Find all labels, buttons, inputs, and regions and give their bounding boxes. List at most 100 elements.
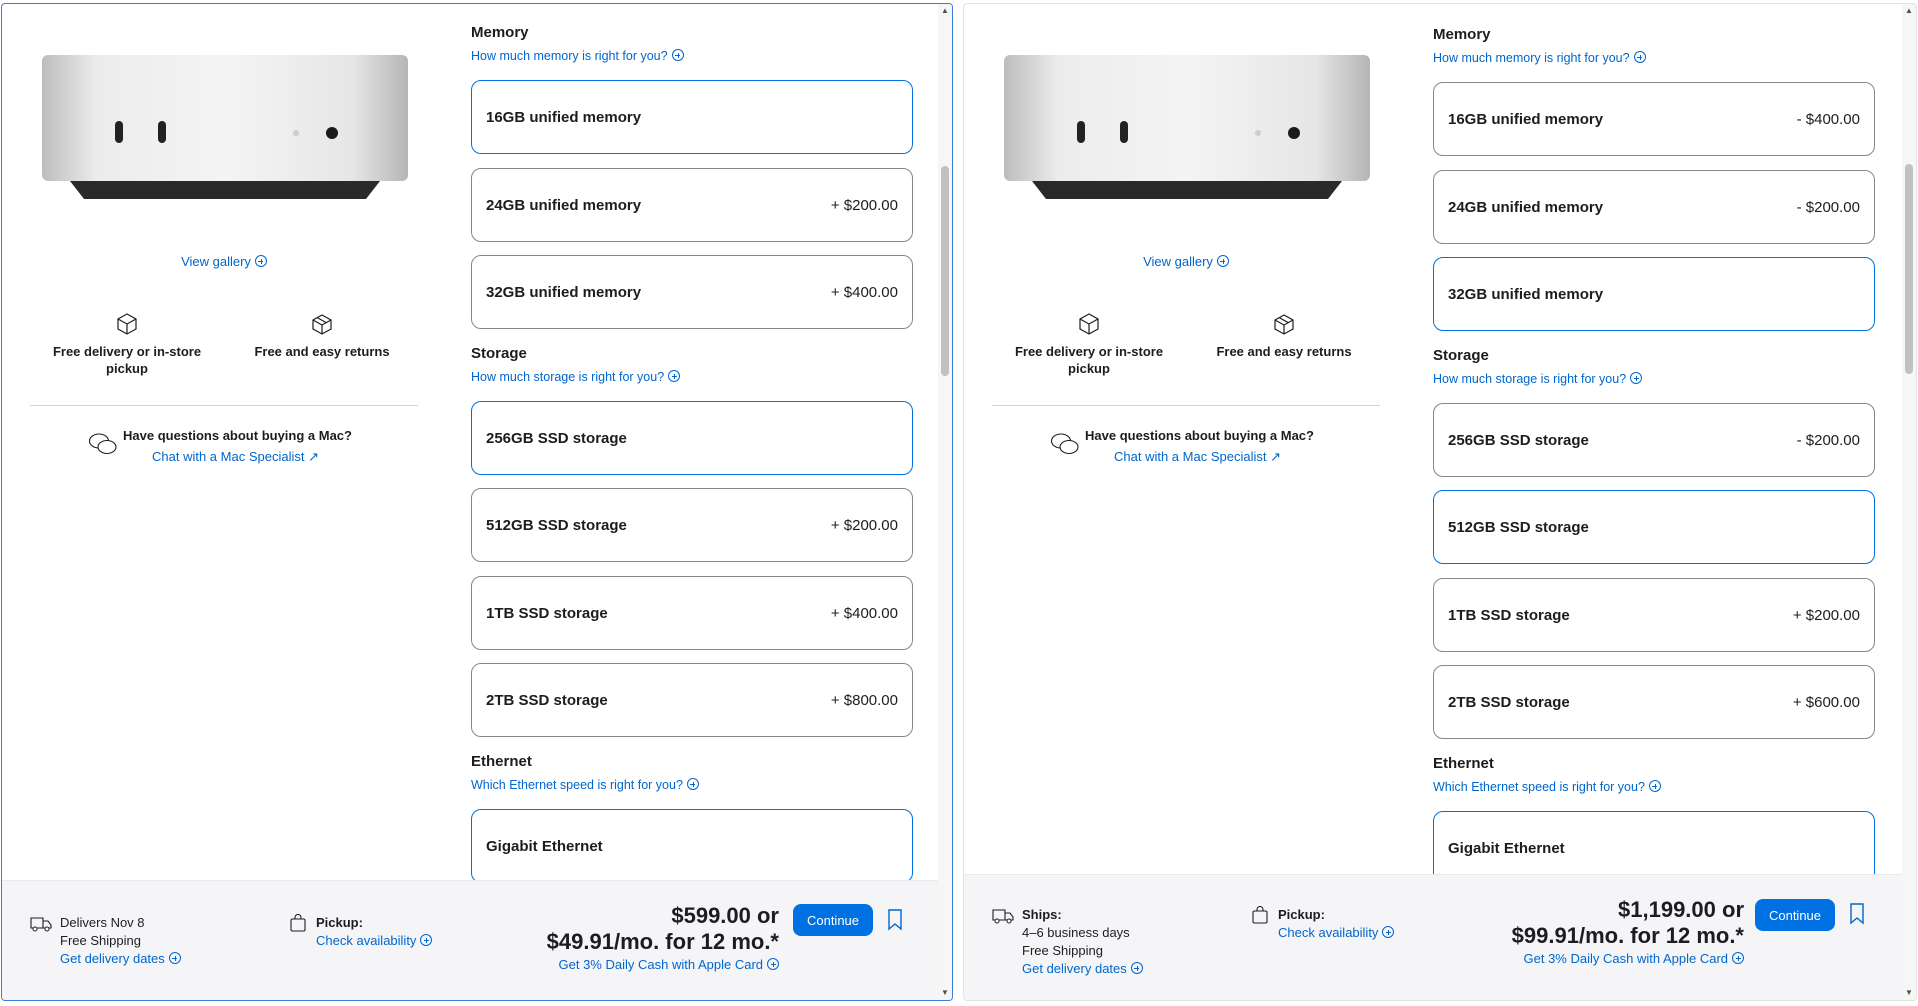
divider [992, 405, 1380, 406]
scroll-up-arrow[interactable]: ▲ [1902, 4, 1916, 18]
config-pane-left: View gallery Free delivery or in-store p… [1, 3, 953, 1001]
pane-content: View gallery Free delivery or in-store p… [964, 4, 1916, 1000]
plus-circle-icon [254, 255, 267, 267]
chat-bubbles-icon [88, 433, 117, 455]
truck-icon [30, 917, 52, 932]
memory-option-32gb[interactable]: 32GB unified memory + $400.00 [471, 255, 913, 329]
plus-circle-icon [668, 370, 681, 382]
purchase-footer: Delivers Nov 8 Free Shipping Get delivery … [2, 880, 939, 1000]
delivery-date: Delivers Nov 8 [60, 915, 145, 930]
ethernet-title: Ethernet [1433, 755, 1494, 772]
mac-mini-image [42, 55, 408, 199]
bag-icon [290, 914, 306, 932]
bookmark-icon[interactable] [887, 909, 903, 931]
config-pane-right: View gallery Free delivery or in-store p… [963, 3, 1917, 1001]
memory-option-24gb[interactable]: 24GB unified memory + $200.00 [471, 168, 913, 242]
check-availability-link[interactable]: Check availability [1278, 924, 1395, 942]
memory-option-32gb[interactable]: 32GB unified memory [1433, 257, 1875, 331]
plus-circle-icon [168, 952, 181, 964]
plus-circle-icon [686, 778, 699, 790]
plus-circle-icon [767, 958, 779, 970]
ship-time: 4–6 business days [1022, 925, 1130, 940]
daily-cash-link[interactable]: Get 3% Daily Cash with Apple Card [547, 957, 779, 972]
scroll-thumb[interactable] [941, 166, 949, 376]
continue-button[interactable]: Continue [793, 904, 873, 936]
check-availability-link[interactable]: Check availability [316, 932, 433, 950]
storage-option-256gb[interactable]: 256GB SSD storage - $200.00 [1433, 403, 1875, 477]
plus-circle-icon [1732, 952, 1744, 964]
storage-option-512gb[interactable]: 512GB SSD storage [1433, 490, 1875, 564]
pickup-info: Pickup: Check availability [290, 914, 433, 950]
storage-help-link[interactable]: How much storage is right for you? [1433, 372, 1643, 386]
feature-delivery: Free delivery or in-store pickup [999, 312, 1179, 377]
storage-option-2tb[interactable]: 2TB SSD storage + $600.00 [1433, 665, 1875, 739]
plus-circle-icon [1633, 51, 1646, 63]
memory-option-16gb[interactable]: 16GB unified memory [471, 80, 913, 154]
feature-returns: Free and easy returns [1194, 312, 1374, 360]
box-icon [1079, 313, 1099, 335]
scrollbar[interactable]: ▲ ▼ [1902, 4, 1916, 1000]
shipping-cost: Free Shipping [1022, 943, 1103, 958]
scrollbar[interactable]: ▲ ▼ [938, 4, 952, 1000]
feature-returns: Free and easy returns [232, 312, 412, 360]
price-summary: $1,199.00 or $99.91/mo. for 12 mo.* Get … [1512, 897, 1744, 966]
ethernet-title: Ethernet [471, 753, 532, 770]
plus-circle-icon [1130, 962, 1143, 974]
storage-option-512gb[interactable]: 512GB SSD storage + $200.00 [471, 488, 913, 562]
storage-option-1tb[interactable]: 1TB SSD storage + $400.00 [471, 576, 913, 650]
chat-specialist-link[interactable]: Chat with a Mac Specialist ↗ [152, 449, 319, 465]
storage-help-link[interactable]: How much storage is right for you? [471, 370, 681, 384]
plus-circle-icon [1382, 926, 1395, 938]
monthly-price: $99.91/mo. for 12 mo.* [1511, 923, 1744, 948]
mac-mini-image [1004, 55, 1370, 199]
box-icon [117, 313, 137, 335]
memory-title: Memory [471, 24, 529, 41]
view-gallery-link[interactable]: View gallery [964, 254, 1408, 269]
shipping-cost: Free Shipping [60, 933, 141, 948]
plus-circle-icon [671, 49, 684, 61]
storage-option-256gb[interactable]: 256GB SSD storage [471, 401, 913, 475]
total-price: $1,199.00 or [1618, 897, 1744, 922]
ships-label: Ships: [1022, 907, 1062, 922]
divider [30, 405, 418, 406]
scroll-down-arrow[interactable]: ▼ [938, 986, 952, 1000]
storage-option-1tb[interactable]: 1TB SSD storage + $200.00 [1433, 578, 1875, 652]
storage-title: Storage [1433, 347, 1489, 364]
chat-specialist-link[interactable]: Chat with a Mac Specialist ↗ [1114, 449, 1281, 465]
continue-button[interactable]: Continue [1755, 899, 1835, 931]
memory-help-link[interactable]: How much memory is right for you? [471, 49, 684, 63]
get-delivery-dates-link[interactable]: Get delivery dates [60, 950, 181, 968]
bookmark-icon[interactable] [1849, 903, 1865, 925]
chat-bubbles-icon [1050, 433, 1079, 455]
return-box-icon [1274, 314, 1294, 335]
ethernet-help-link[interactable]: Which Ethernet speed is right for you? [471, 778, 699, 792]
return-box-icon [312, 314, 332, 335]
truck-icon [992, 909, 1014, 924]
memory-option-24gb[interactable]: 24GB unified memory - $200.00 [1433, 170, 1875, 244]
get-delivery-dates-link[interactable]: Get delivery dates [1022, 960, 1143, 978]
price-summary: $599.00 or $49.91/mo. for 12 mo.* Get 3%… [547, 903, 779, 972]
memory-option-16gb[interactable]: 16GB unified memory - $400.00 [1433, 82, 1875, 156]
scroll-down-arrow[interactable]: ▼ [1902, 986, 1916, 1000]
plus-circle-icon [420, 934, 433, 946]
ethernet-option-gigabit[interactable]: Gigabit Ethernet [471, 809, 913, 883]
monthly-price: $49.91/mo. for 12 mo.* [546, 929, 779, 954]
plus-circle-icon [1216, 255, 1229, 267]
total-price: $599.00 or [671, 903, 779, 928]
memory-help-link[interactable]: How much memory is right for you? [1433, 51, 1646, 65]
view-gallery-link[interactable]: View gallery [2, 254, 446, 269]
pane-content: View gallery Free delivery or in-store p… [2, 4, 952, 1000]
ethernet-help-link[interactable]: Which Ethernet speed is right for you? [1433, 780, 1661, 794]
purchase-footer: Ships: 4–6 business days Free Shipping Get … [964, 874, 1904, 1000]
scroll-thumb[interactable] [1905, 164, 1913, 374]
storage-option-2tb[interactable]: 2TB SSD storage + $800.00 [471, 663, 913, 737]
pickup-info: Pickup: Check availability [1252, 906, 1395, 942]
storage-title: Storage [471, 345, 527, 362]
shipping-info: Ships: 4–6 business days Free Shipping Get … [992, 906, 1143, 978]
bag-icon [1252, 906, 1268, 924]
plus-circle-icon [1648, 780, 1661, 792]
daily-cash-link[interactable]: Get 3% Daily Cash with Apple Card [1512, 951, 1744, 966]
memory-title: Memory [1433, 26, 1491, 43]
feature-delivery: Free delivery or in-store pickup [37, 312, 217, 377]
scroll-up-arrow[interactable]: ▲ [938, 4, 952, 18]
